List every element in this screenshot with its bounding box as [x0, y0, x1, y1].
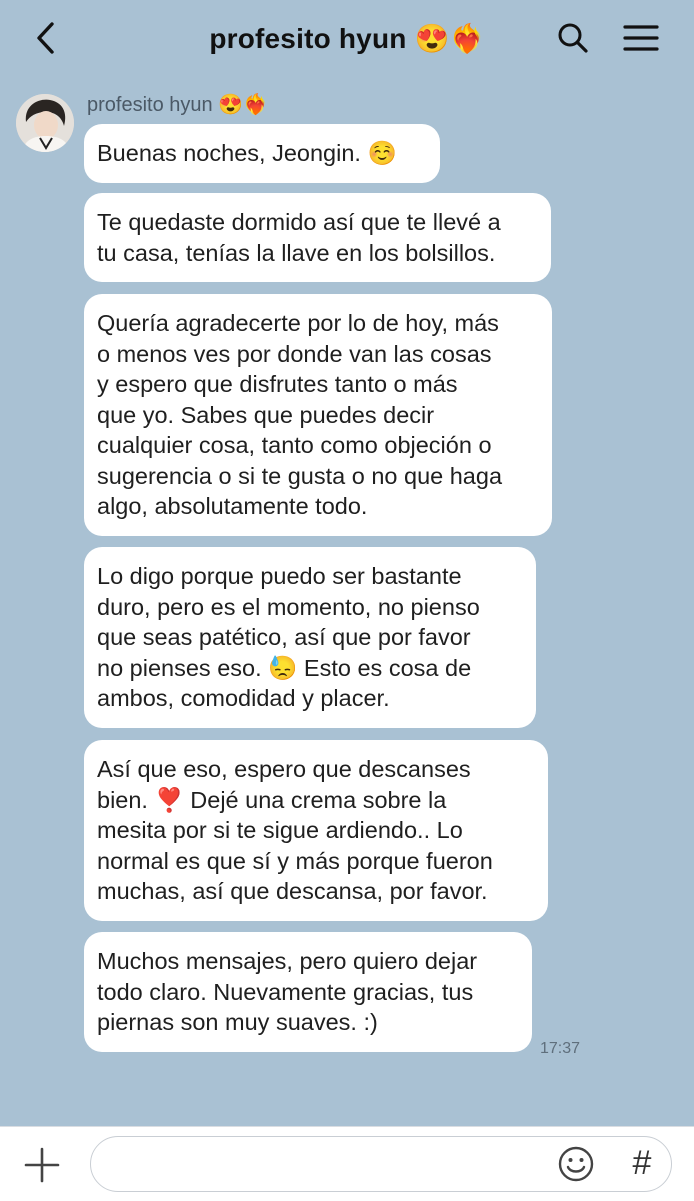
message-bubble[interactable]: Así que eso, espero que descanses bien. …: [84, 740, 548, 921]
message-bubble[interactable]: Lo digo porque puedo ser bastante duro, …: [84, 547, 536, 728]
hamburger-menu-icon: [623, 25, 659, 51]
message-input-bar: #: [0, 1126, 694, 1201]
message-bubble[interactable]: Quería agradecerte por lo de hoy, más o …: [84, 294, 552, 536]
emoji-button[interactable]: [557, 1145, 595, 1183]
search-button[interactable]: [554, 18, 592, 58]
chat-header: profesito hyun 😍❤️‍🔥: [0, 0, 694, 76]
message-timestamp: 17:37: [540, 1040, 581, 1057]
hashtag-button[interactable]: #: [626, 1141, 658, 1185]
profile-photo: [16, 94, 74, 152]
sender-avatar[interactable]: [16, 94, 74, 152]
message-bubble[interactable]: Muchos mensajes, pero quiero dejar todo …: [84, 932, 532, 1052]
message-bubble[interactable]: Te quedaste dormido así que te llevé a t…: [84, 193, 551, 282]
chevron-left-icon: [37, 22, 54, 54]
sender-name: profesito hyun 😍❤️‍🔥: [87, 94, 268, 116]
message-bubble[interactable]: Buenas noches, Jeongin. ☺️: [84, 124, 440, 183]
back-button[interactable]: [28, 18, 64, 58]
chat-title: profesito hyun 😍❤️‍🔥: [209, 22, 485, 54]
smiley-icon: [558, 1146, 594, 1182]
search-icon: [558, 23, 588, 53]
add-attachment-button[interactable]: [22, 1145, 62, 1185]
menu-button[interactable]: [620, 18, 662, 58]
plus-icon: [24, 1147, 60, 1183]
